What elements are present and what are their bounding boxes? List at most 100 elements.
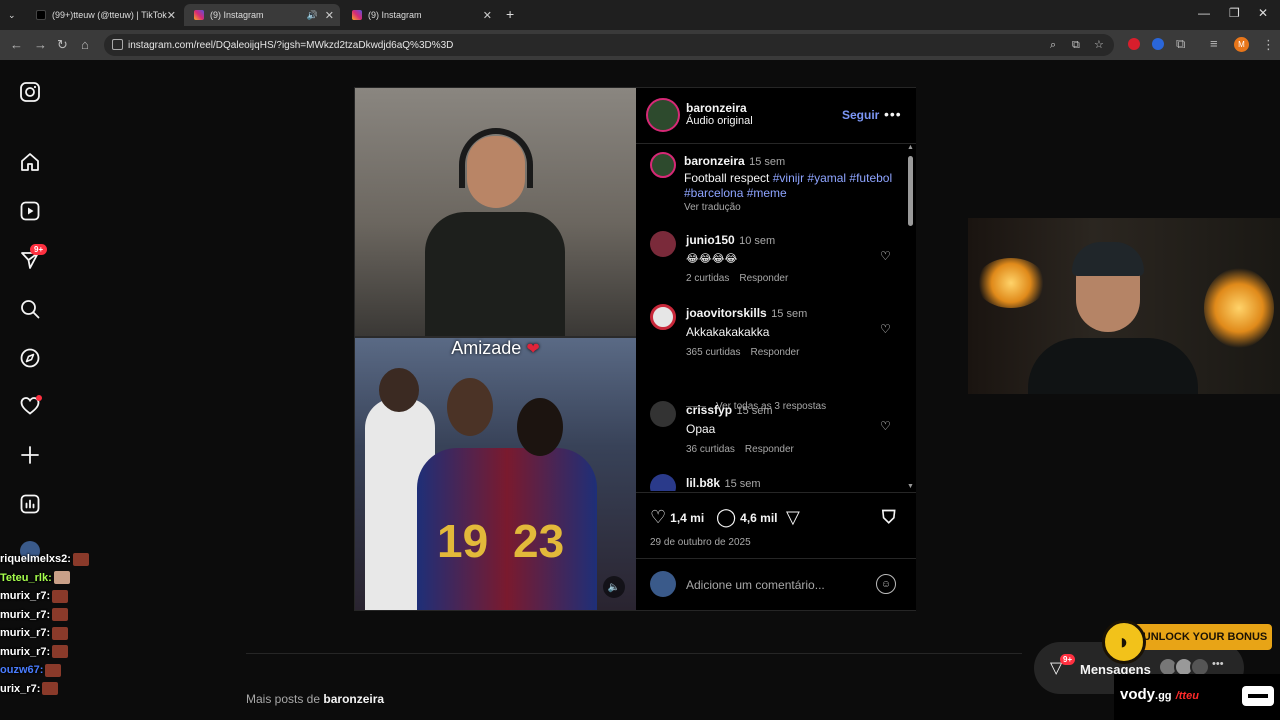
back-icon[interactable]: ←	[10, 37, 23, 52]
commenter-avatar[interactable]	[650, 304, 676, 330]
zoom-icon[interactable]: ⌕	[1050, 39, 1056, 52]
follow-button[interactable]: Seguir	[842, 108, 879, 122]
reply-button[interactable]: Responder	[750, 347, 799, 358]
emote-icon	[72, 552, 89, 566]
bookmark-icon: ⛉	[882, 507, 896, 527]
comment-bubble-icon: ◯	[716, 507, 737, 527]
video-bottom-frame: 19 23	[355, 338, 636, 610]
comments-list: baronzeira 15 sem Football respect #vini…	[636, 144, 916, 491]
reels-icon[interactable]	[19, 200, 41, 222]
instagram-logo-icon[interactable]	[19, 81, 41, 103]
search-icon[interactable]	[19, 298, 41, 320]
scroll-up-icon[interactable]: ▲	[907, 144, 914, 151]
extensions-puzzle-icon[interactable]: ⧉	[1176, 36, 1185, 52]
heart-icon: ♡	[650, 507, 667, 527]
video-person	[425, 128, 565, 336]
home-icon[interactable]: ⌂	[81, 37, 89, 52]
jersey-number-graphic: 23	[513, 515, 565, 567]
create-plus-icon[interactable]	[19, 444, 41, 466]
audio-toggle-button[interactable]: 🔈	[603, 576, 625, 598]
comment-likes[interactable]: 365 curtidas	[686, 347, 740, 358]
video-caption-overlay: Amizade ❤	[451, 338, 540, 358]
comments-scrollbar[interactable]	[908, 156, 913, 226]
send-icon: ▽	[786, 507, 800, 527]
comment-text: Akkakakakakka	[686, 325, 770, 339]
comment-likes[interactable]: 2 curtidas	[686, 273, 729, 284]
forward-icon[interactable]: →	[34, 37, 47, 52]
audio-label[interactable]: Áudio original	[686, 115, 753, 127]
translate-link[interactable]: Ver tradução	[684, 202, 898, 213]
author-avatar[interactable]	[650, 152, 676, 178]
scroll-down-icon[interactable]: ▼	[907, 483, 914, 490]
stream-chat-overlay: riquelmelxs2: Teteu_rlk: murix_r7: murix…	[0, 550, 89, 698]
tab-title: (9) Instagram	[368, 10, 422, 20]
chat-message: riquelmelxs2:	[0, 550, 89, 569]
hashtags[interactable]: #barcelona #meme	[684, 186, 787, 200]
close-icon[interactable]: ✕	[325, 9, 334, 22]
menu-icon[interactable]: ⋮	[1262, 37, 1275, 53]
window-close-button[interactable]: ✕	[1258, 6, 1268, 20]
author-username[interactable]: baronzeira	[684, 154, 745, 168]
minimize-button[interactable]: —	[1198, 6, 1210, 20]
emoji-icon[interactable]: ☺	[876, 574, 896, 594]
heart-emoji-icon: ❤	[526, 341, 540, 358]
install-icon[interactable]: ⧉	[1072, 39, 1080, 52]
dashboard-icon[interactable]	[19, 493, 41, 515]
comment-input[interactable]: Adicione um comentário...	[686, 578, 825, 592]
commenter-username[interactable]: junio150	[686, 233, 735, 247]
reload-icon[interactable]: ↻	[57, 37, 68, 53]
share-button[interactable]: ▽	[786, 507, 804, 528]
jersey-number-graphic: 19	[437, 515, 489, 567]
chat-message: murix_r7:	[0, 606, 89, 625]
close-icon[interactable]: ✕	[167, 9, 176, 22]
speaker-icon[interactable]: 🔊	[307, 10, 318, 21]
tiktok-icon	[36, 10, 46, 20]
explore-icon[interactable]	[19, 347, 41, 369]
commenter-avatar[interactable]	[650, 231, 676, 257]
comment-time: 15 sem	[771, 308, 808, 320]
home-icon[interactable]	[19, 151, 41, 173]
reel-video[interactable]: 19 23 Amizade ❤ 🔈	[355, 88, 636, 610]
vody-logo	[1242, 686, 1274, 706]
video-top-frame	[355, 88, 636, 336]
bookmark-star-icon[interactable]: ☆	[1094, 38, 1104, 51]
coin-icon: ◗	[1102, 620, 1146, 664]
tab-instagram[interactable]: (9) Instagram ✕	[342, 4, 498, 26]
reply-button[interactable]: Responder	[739, 273, 788, 284]
maximize-button[interactable]: ❐	[1229, 6, 1240, 20]
view-replies-button[interactable]: Ver todas as 3 respostas	[686, 401, 826, 412]
media-control-icon[interactable]: ≡	[1210, 36, 1218, 51]
streamer-webcam	[968, 218, 1280, 394]
chat-message: murix_r7:	[0, 587, 89, 606]
site-info-icon[interactable]	[112, 39, 123, 50]
post-date: 29 de outubro de 2025	[650, 537, 751, 548]
more-posts-username[interactable]: baronzeira	[323, 692, 384, 706]
post-time: 15 sem	[749, 156, 786, 168]
author-avatar[interactable]	[646, 98, 680, 132]
extension-icon[interactable]	[1152, 38, 1164, 50]
save-button[interactable]: ⛉	[882, 507, 900, 528]
like-comment-icon[interactable]: ♡	[880, 322, 891, 336]
tab-search-button[interactable]: ⌄	[0, 4, 24, 26]
author-username[interactable]: baronzeira	[686, 101, 753, 115]
more-posts-heading: Mais posts de baronzeira	[246, 692, 385, 706]
commenter-username[interactable]: joaovitorskills	[686, 306, 767, 320]
emote-icon	[52, 589, 69, 603]
hashtags[interactable]: #vinijr #yamal #futebol	[773, 171, 892, 185]
profile-avatar[interactable]: M	[1234, 37, 1249, 52]
like-comment-icon[interactable]: ♡	[880, 249, 891, 263]
more-options-icon[interactable]: •••	[884, 106, 902, 122]
like-button[interactable]: ♡ 1,4 mi	[650, 507, 704, 528]
tab-instagram-active[interactable]: (9) Instagram 🔊 ✕	[184, 4, 340, 26]
chat-message: urix_r7:	[0, 680, 89, 699]
post-actions: ♡ 1,4 mi ◯ 4,6 mil ▽ ⛉ 29 de outubro de 20…	[636, 492, 916, 558]
close-icon[interactable]: ✕	[483, 9, 492, 22]
tab-title: (9) Instagram	[210, 10, 264, 20]
instagram-icon	[352, 10, 362, 20]
extension-icon[interactable]	[1128, 38, 1140, 50]
chat-message: ouzw67:	[0, 661, 89, 680]
comment-button[interactable]: ◯ 4,6 mil	[716, 507, 778, 528]
tab-tiktok[interactable]: (99+)tteuw (@tteuw) | TikTok ✕	[26, 4, 182, 26]
new-tab-button[interactable]: +	[506, 6, 514, 22]
address-bar[interactable]: instagram.com/reel/DQaleoijqHS/?igsh=MWk…	[104, 34, 1114, 56]
